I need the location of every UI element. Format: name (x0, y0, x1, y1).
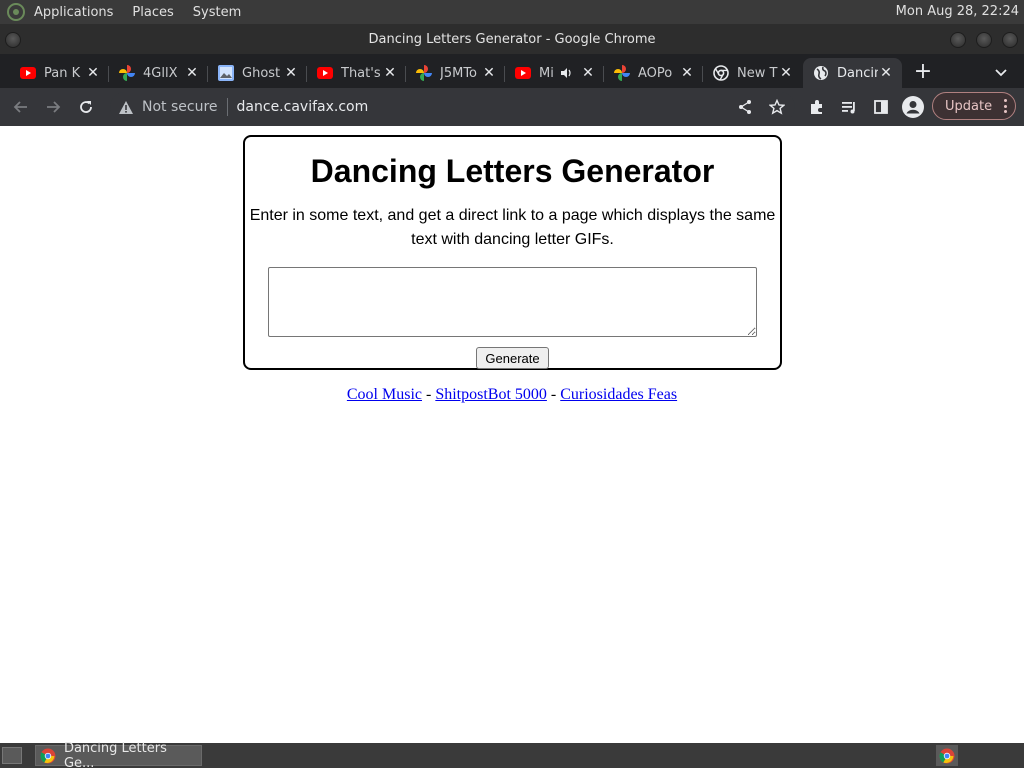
more-menu-icon[interactable] (1003, 99, 1007, 113)
close-icon[interactable]: ✕ (382, 65, 398, 81)
system-menu[interactable]: System (193, 5, 241, 20)
top-panel: Applications Places System Mon Aug 28, 2… (0, 0, 1024, 24)
speaker-icon[interactable] (560, 67, 574, 79)
link-cool-music[interactable]: Cool Music (347, 386, 422, 403)
profile-avatar-icon[interactable] (901, 95, 925, 119)
chrome-icon (40, 748, 56, 763)
back-arrow-icon[interactable] (9, 95, 33, 119)
tab-ghost[interactable]: Ghost ✕ (208, 58, 307, 88)
side-panel-icon[interactable] (869, 95, 893, 119)
not-secure-label: Not secure (142, 99, 218, 115)
close-icon[interactable]: ✕ (580, 65, 596, 81)
tab-label: That's (341, 65, 381, 81)
close-window-icon[interactable] (1002, 32, 1018, 48)
close-icon[interactable]: ✕ (184, 65, 200, 81)
youtube-icon (20, 65, 36, 81)
tab-dancing-letters[interactable]: Dancin ✕ (803, 58, 902, 88)
tab-photos-2[interactable]: J5MTo ✕ (406, 58, 505, 88)
page-description: Enter in some text, and get a direct lin… (249, 207, 776, 248)
tab-strip: Pan K ✕ 4GllX ✕ Ghost ✕ That's ✕ J5MTo ✕ (0, 54, 1024, 88)
tab-youtube-2[interactable]: That's ✕ (307, 58, 406, 88)
link-separator: - (426, 386, 432, 403)
page-content: Dancing Letters Generator Enter in some … (0, 126, 1024, 743)
taskbar-window-label: Dancing Letters Ge... (63, 740, 167, 768)
tab-label: J5MTo (440, 65, 478, 81)
link-curiosidades[interactable]: Curiosidades Feas (560, 386, 677, 403)
media-controls-icon[interactable] (837, 95, 861, 119)
show-desktop-icon[interactable] (2, 747, 22, 764)
link-separator: - (550, 386, 557, 403)
minimize-icon[interactable] (950, 32, 966, 48)
url-text[interactable]: dance.cavifax.com (237, 99, 369, 115)
applications-menu[interactable]: Applications (34, 5, 113, 20)
generator-card: Dancing Letters Generator Enter in some … (243, 135, 782, 370)
footer-links: Cool Music - ShitpostBot 5000 - Curiosid… (0, 386, 1024, 404)
youtube-icon (515, 65, 531, 81)
tab-label: Dancin (837, 65, 878, 81)
update-label: Update (945, 98, 993, 114)
tray-chrome-icon[interactable] (936, 745, 958, 766)
tab-search-chevron-icon[interactable] (990, 62, 1012, 84)
tab-label: New T (737, 65, 778, 81)
browser-toolbar: Not secure dance.cavifax.com Update (0, 88, 1024, 126)
extensions-puzzle-icon[interactable] (805, 95, 829, 119)
chrome-icon (713, 65, 729, 81)
globe-icon (813, 65, 829, 81)
distro-logo-icon[interactable] (7, 3, 25, 21)
tab-photos-3[interactable]: AOPo ✕ (604, 58, 703, 88)
tab-new-tab[interactable]: New T ✕ (703, 58, 802, 88)
close-icon[interactable]: ✕ (283, 65, 299, 81)
reload-icon[interactable] (74, 95, 98, 119)
google-photos-icon (614, 65, 630, 81)
window-titlebar[interactable]: Dancing Letters Generator - Google Chrom… (0, 24, 1024, 54)
text-input[interactable] (268, 267, 757, 337)
close-icon[interactable]: ✕ (85, 65, 101, 81)
panel-clock[interactable]: Mon Aug 28, 22:24 (896, 4, 1019, 19)
close-icon[interactable]: ✕ (679, 65, 695, 81)
window-title: Dancing Letters Generator - Google Chrom… (368, 32, 656, 47)
tab-label: AOPo (638, 65, 673, 81)
new-tab-plus-icon[interactable]: + (912, 61, 934, 84)
bottom-taskbar: Dancing Letters Ge... (0, 741, 1024, 768)
tab-label: Ghost (242, 65, 281, 81)
tab-label: 4GllX (143, 65, 178, 81)
taskbar-window-chrome[interactable]: Dancing Letters Ge... (35, 741, 202, 768)
close-icon[interactable]: ✕ (778, 65, 794, 81)
address-bar[interactable]: Not secure dance.cavifax.com (110, 92, 795, 122)
page-heading: Dancing Letters Generator (310, 153, 715, 189)
close-icon[interactable]: ✕ (481, 65, 497, 81)
share-icon[interactable] (733, 95, 757, 119)
link-shitpostbot[interactable]: ShitpostBot 5000 (435, 386, 547, 403)
youtube-icon (317, 65, 333, 81)
update-button[interactable]: Update (932, 92, 1016, 120)
tab-photos-1[interactable]: 4GllX ✕ (109, 58, 208, 88)
not-secure-indicator[interactable]: Not secure (118, 99, 218, 115)
tab-youtube-audio[interactable]: Mi ✕ (505, 58, 604, 88)
bookmark-star-icon[interactable] (765, 95, 789, 119)
warning-triangle-icon (119, 100, 133, 114)
maximize-icon[interactable] (976, 32, 992, 48)
forward-arrow-icon[interactable] (41, 95, 65, 119)
google-photos-icon (119, 65, 135, 81)
image-icon (218, 65, 234, 81)
tab-label: Pan K (44, 65, 81, 81)
tab-youtube-1[interactable]: Pan K ✕ (10, 58, 109, 88)
places-menu[interactable]: Places (132, 5, 173, 20)
google-photos-icon (416, 65, 432, 81)
tab-label: Mi (539, 65, 554, 81)
generate-button[interactable]: Generate (476, 347, 549, 369)
omnibox-divider (226, 98, 228, 116)
close-icon[interactable]: ✕ (878, 65, 894, 81)
